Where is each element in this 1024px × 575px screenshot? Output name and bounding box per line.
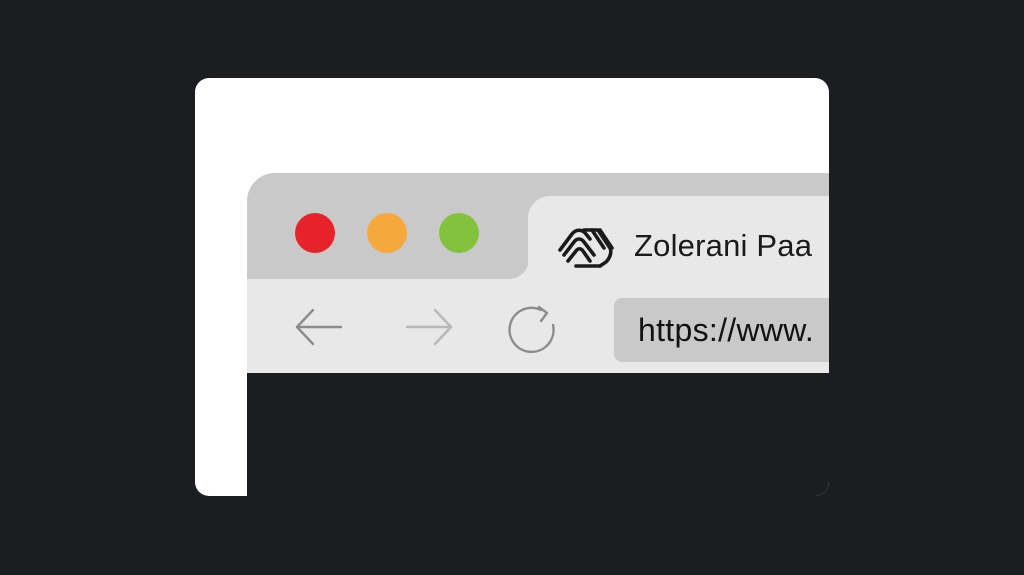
arrow-right-icon[interactable] [401, 301, 457, 353]
reload-icon[interactable] [503, 301, 559, 353]
arrow-left-icon[interactable] [291, 301, 347, 353]
close-window-button[interactable] [295, 213, 335, 253]
tab-title: Zolerani Paa [634, 228, 813, 263]
minimize-window-button[interactable] [367, 213, 407, 253]
navigation-toolbar: https://www. [247, 279, 829, 373]
browser-window: Zolerani Paa https://www. [247, 173, 829, 496]
tab-corner [509, 259, 529, 279]
page-viewport [247, 373, 829, 496]
wave-logo-icon [558, 228, 614, 268]
address-bar[interactable]: https://www. [614, 298, 829, 362]
active-tab[interactable]: Zolerani Paa [528, 196, 829, 286]
frame-card: Zolerani Paa https://www. [195, 78, 829, 496]
maximize-window-button[interactable] [439, 213, 479, 253]
address-url: https://www. [638, 312, 815, 348]
